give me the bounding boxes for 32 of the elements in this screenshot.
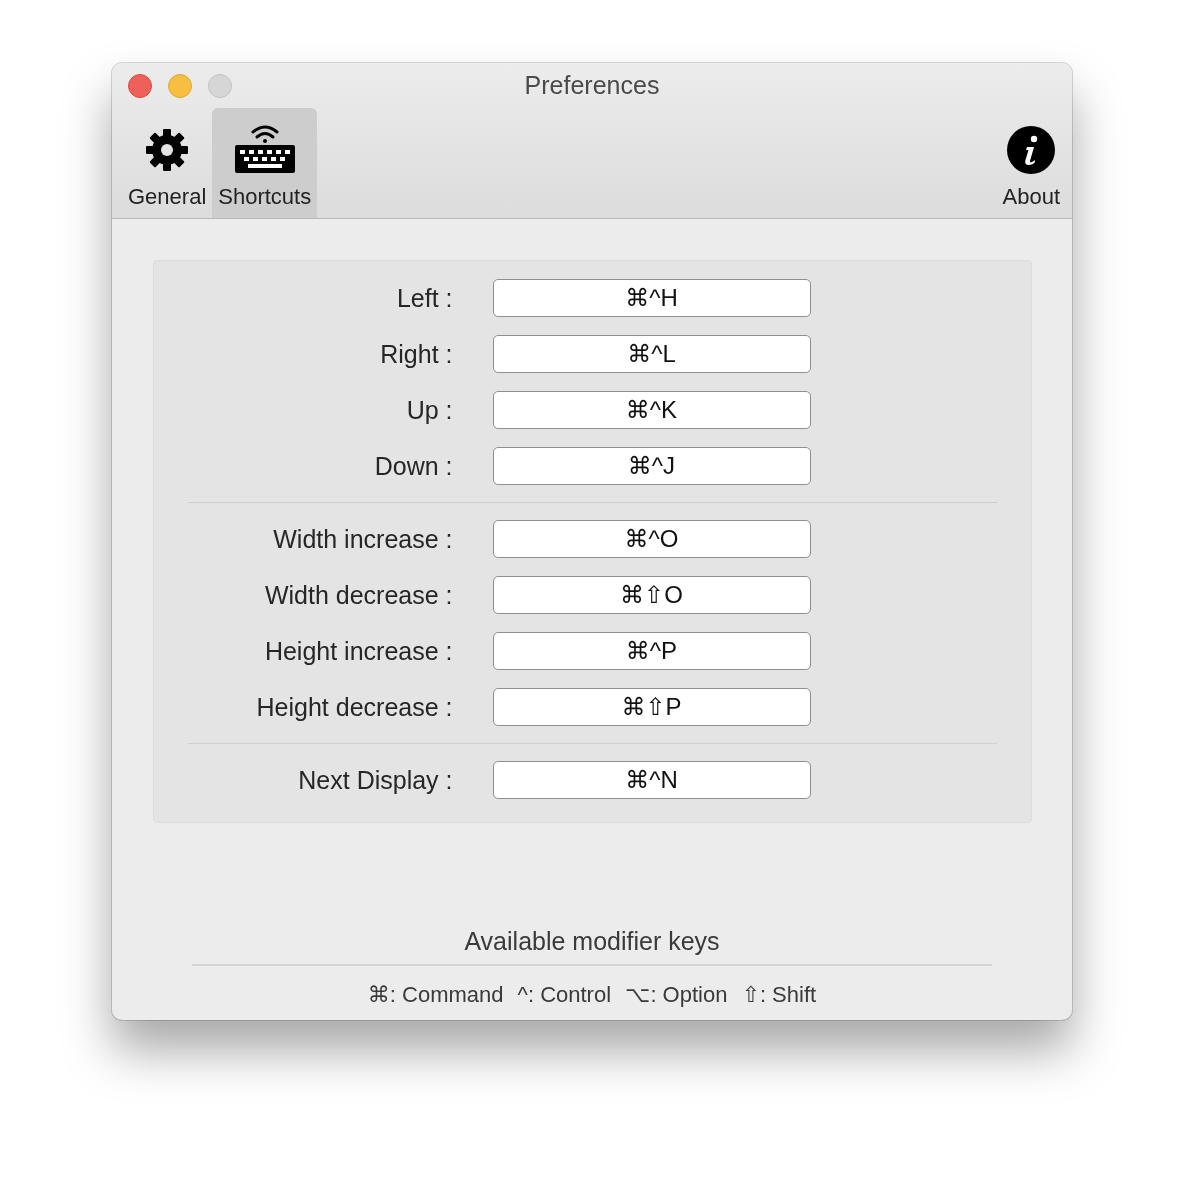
shortcut-field[interactable]: ⌘^P — [492, 632, 811, 670]
shortcut-field[interactable]: ⌘^J — [492, 447, 811, 485]
shortcut-field[interactable]: ⌘^N — [492, 761, 811, 799]
modifier-key-text: ⇧: Shift — [741, 982, 817, 1008]
toolbar-tab[interactable]: Shortcuts — [212, 108, 318, 218]
toolbar-tab[interactable]: About — [996, 108, 1066, 218]
shortcut-label: Width increase : — [272, 524, 453, 554]
shortcut-field[interactable]: ⌘^K — [492, 391, 811, 429]
zoom-button[interactable] — [208, 74, 232, 98]
info-icon — [1007, 126, 1056, 174]
minimize-button[interactable] — [168, 74, 192, 98]
shortcut-field[interactable]: ⌘^L — [492, 335, 811, 373]
shortcut-field[interactable]: ⌘⇧P — [492, 688, 811, 726]
shortcut-label: Right : — [379, 339, 453, 369]
modifier-key-text: ⌘: Command — [367, 982, 504, 1008]
window-title: Preferences — [524, 71, 660, 100]
shortcut-field[interactable]: ⌘⇧O — [492, 576, 811, 614]
shortcut-label: Width decrease : — [263, 580, 453, 610]
shortcut-label: Height increase : — [263, 636, 453, 666]
wireless-keyboard-icon — [233, 122, 296, 174]
modifier-key-text: ⌥: Option — [625, 982, 728, 1008]
shortcut-field[interactable]: ⌘^H — [492, 279, 811, 317]
shortcut-label: Height decrease : — [255, 692, 453, 722]
modifier-keys-heading: Available modifier keys — [464, 927, 720, 956]
shortcut-label: Down : — [373, 451, 453, 481]
shortcut-label: Up : — [405, 395, 453, 425]
toolbar-tab[interactable]: General — [122, 108, 213, 218]
shortcut-label: Left : — [395, 283, 453, 313]
modifier-key-text: ^: Control — [517, 982, 612, 1008]
close-button[interactable] — [128, 74, 152, 98]
shortcut-label: Next Display : — [297, 765, 453, 795]
shortcut-field[interactable]: ⌘^O — [492, 520, 811, 558]
